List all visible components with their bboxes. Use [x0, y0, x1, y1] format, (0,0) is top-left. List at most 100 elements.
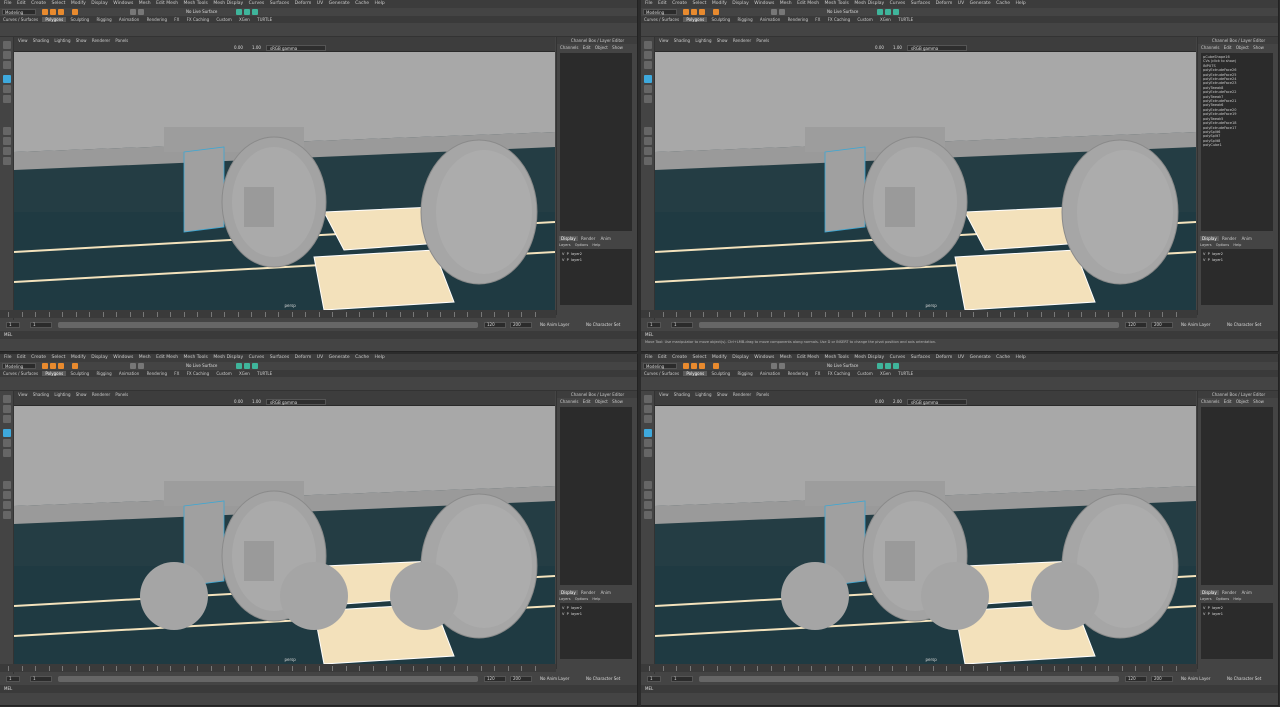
- select-tool-icon[interactable]: [644, 395, 652, 403]
- channel-box-menu-channels[interactable]: Channels: [1201, 45, 1220, 50]
- menu-generate[interactable]: Generate: [329, 355, 350, 360]
- layer-tab-display[interactable]: Display: [1200, 590, 1219, 595]
- shelf-tab-custom[interactable]: Custom: [854, 371, 875, 376]
- menu-deform[interactable]: Deform: [936, 355, 953, 360]
- playback-start-field[interactable]: 1: [30, 322, 52, 328]
- shelf-tab-fx[interactable]: FX: [812, 371, 823, 376]
- move-tool-icon[interactable]: [644, 429, 652, 437]
- viewport-3d[interactable]: persp: [655, 52, 1196, 310]
- paint-select-tool-icon[interactable]: [3, 415, 11, 423]
- menu-mesh-display[interactable]: Mesh Display: [213, 355, 243, 360]
- time-slider[interactable]: [0, 310, 556, 318]
- playback-end-field[interactable]: 120: [1125, 322, 1147, 328]
- command-line[interactable]: MEL: [0, 685, 637, 693]
- layout-single-icon[interactable]: [644, 481, 652, 489]
- menu-mesh-tools[interactable]: Mesh Tools: [184, 1, 208, 6]
- menu-display[interactable]: Display: [732, 1, 749, 6]
- playback-end-field[interactable]: 120: [1125, 676, 1147, 682]
- character-set-label[interactable]: No Character Set: [1227, 676, 1261, 682]
- command-line[interactable]: MEL: [641, 331, 1278, 339]
- panel-menu-shading[interactable]: Shading: [33, 38, 49, 43]
- menu-modify[interactable]: Modify: [71, 1, 86, 6]
- menu-mesh[interactable]: Mesh: [139, 355, 151, 360]
- layout-two-icon[interactable]: [3, 147, 11, 155]
- layer-tab-anim[interactable]: Anim: [1240, 236, 1254, 241]
- menu-mesh-display[interactable]: Mesh Display: [854, 1, 884, 6]
- layer-menu-help[interactable]: Help: [592, 597, 600, 601]
- playback-range-bar[interactable]: [699, 322, 1119, 328]
- save-scene-icon[interactable]: [58, 363, 64, 369]
- shelf-tab-rendering[interactable]: Rendering: [785, 17, 811, 22]
- mode-dropdown[interactable]: Modeling: [2, 9, 36, 15]
- menu-surfaces[interactable]: Surfaces: [911, 1, 931, 6]
- select-mode-icon[interactable]: [72, 363, 78, 369]
- start-time-field[interactable]: 1: [6, 676, 20, 682]
- lasso-tool-icon[interactable]: [3, 51, 11, 59]
- panel-menu-panels[interactable]: Panels: [756, 38, 769, 43]
- menu-modify[interactable]: Modify: [712, 1, 727, 6]
- layer-menu-layers[interactable]: Layers: [559, 597, 571, 601]
- select-mode-icon[interactable]: [713, 9, 719, 15]
- shelf-tab-rigging[interactable]: Rigging: [93, 371, 114, 376]
- open-scene-icon[interactable]: [691, 9, 697, 15]
- render-settings-icon[interactable]: [252, 9, 258, 15]
- panel-menu-show[interactable]: Show: [76, 392, 87, 397]
- layer-row[interactable]: V P layer1: [562, 611, 630, 617]
- menu-edit-mesh[interactable]: Edit Mesh: [156, 355, 178, 360]
- menu-deform[interactable]: Deform: [936, 1, 953, 6]
- scale-tool-icon[interactable]: [644, 95, 652, 103]
- menu-windows[interactable]: Windows: [113, 1, 133, 6]
- channel-box-menu-channels[interactable]: Channels: [560, 399, 579, 404]
- new-scene-icon[interactable]: [42, 363, 48, 369]
- menu-select[interactable]: Select: [52, 1, 66, 6]
- shelf-tab-turtle[interactable]: TURTLE: [895, 371, 916, 376]
- menu-deform[interactable]: Deform: [295, 355, 312, 360]
- layout-single-icon[interactable]: [3, 481, 11, 489]
- panel-menu-show[interactable]: Show: [717, 392, 728, 397]
- playback-end-field[interactable]: 120: [484, 322, 506, 328]
- menu-cache[interactable]: Cache: [996, 1, 1010, 6]
- gamma-field[interactable]: 1.00: [252, 399, 261, 404]
- move-tool-icon[interactable]: [3, 75, 11, 83]
- menu-file[interactable]: File: [4, 1, 12, 6]
- shelf-tab-sculpting[interactable]: Sculpting: [67, 371, 92, 376]
- layer-menu-help[interactable]: Help: [1233, 243, 1241, 247]
- snap-curve-icon[interactable]: [138, 9, 144, 15]
- character-set-label[interactable]: No Character Set: [586, 322, 620, 328]
- menu-modify[interactable]: Modify: [712, 355, 727, 360]
- rotate-tool-icon[interactable]: [644, 85, 652, 93]
- mode-dropdown[interactable]: Modeling: [643, 363, 677, 369]
- shelf-tab-turtle[interactable]: TURTLE: [895, 17, 916, 22]
- menu-edit[interactable]: Edit: [658, 1, 667, 6]
- gamma-field[interactable]: 1.00: [893, 45, 902, 50]
- menu-help[interactable]: Help: [1016, 1, 1026, 6]
- layer-tab-render[interactable]: Render: [579, 590, 597, 595]
- menu-mesh[interactable]: Mesh: [780, 355, 792, 360]
- menu-edit-mesh[interactable]: Edit Mesh: [156, 1, 178, 6]
- panel-menu-view[interactable]: View: [659, 38, 669, 43]
- menu-mesh[interactable]: Mesh: [780, 1, 792, 6]
- snap-grid-icon[interactable]: [130, 9, 136, 15]
- shelf-tab-sculpting[interactable]: Sculpting: [67, 17, 92, 22]
- open-scene-icon[interactable]: [50, 363, 56, 369]
- shelf-tab-rendering[interactable]: Rendering: [785, 371, 811, 376]
- shelf-tab-animation[interactable]: Animation: [116, 371, 142, 376]
- time-slider[interactable]: [641, 664, 1197, 672]
- playback-start-field[interactable]: 1: [671, 676, 693, 682]
- save-scene-icon[interactable]: [699, 9, 705, 15]
- render-settings-icon[interactable]: [893, 9, 899, 15]
- menu-create[interactable]: Create: [672, 355, 687, 360]
- playback-start-field[interactable]: 1: [671, 322, 693, 328]
- menu-generate[interactable]: Generate: [970, 1, 991, 6]
- menu-cache[interactable]: Cache: [355, 355, 369, 360]
- layout-four-icon[interactable]: [644, 491, 652, 499]
- menu-display[interactable]: Display: [732, 355, 749, 360]
- menu-create[interactable]: Create: [672, 1, 687, 6]
- menu-edit-mesh[interactable]: Edit Mesh: [797, 355, 819, 360]
- layer-row[interactable]: V P layer1: [1203, 257, 1271, 263]
- menu-mesh-tools[interactable]: Mesh Tools: [184, 355, 208, 360]
- ipr-icon[interactable]: [885, 363, 891, 369]
- menu-deform[interactable]: Deform: [295, 1, 312, 6]
- shelf-tab-xgen[interactable]: XGen: [877, 371, 894, 376]
- color-space-dropdown[interactable]: sRGB gamma: [907, 45, 967, 51]
